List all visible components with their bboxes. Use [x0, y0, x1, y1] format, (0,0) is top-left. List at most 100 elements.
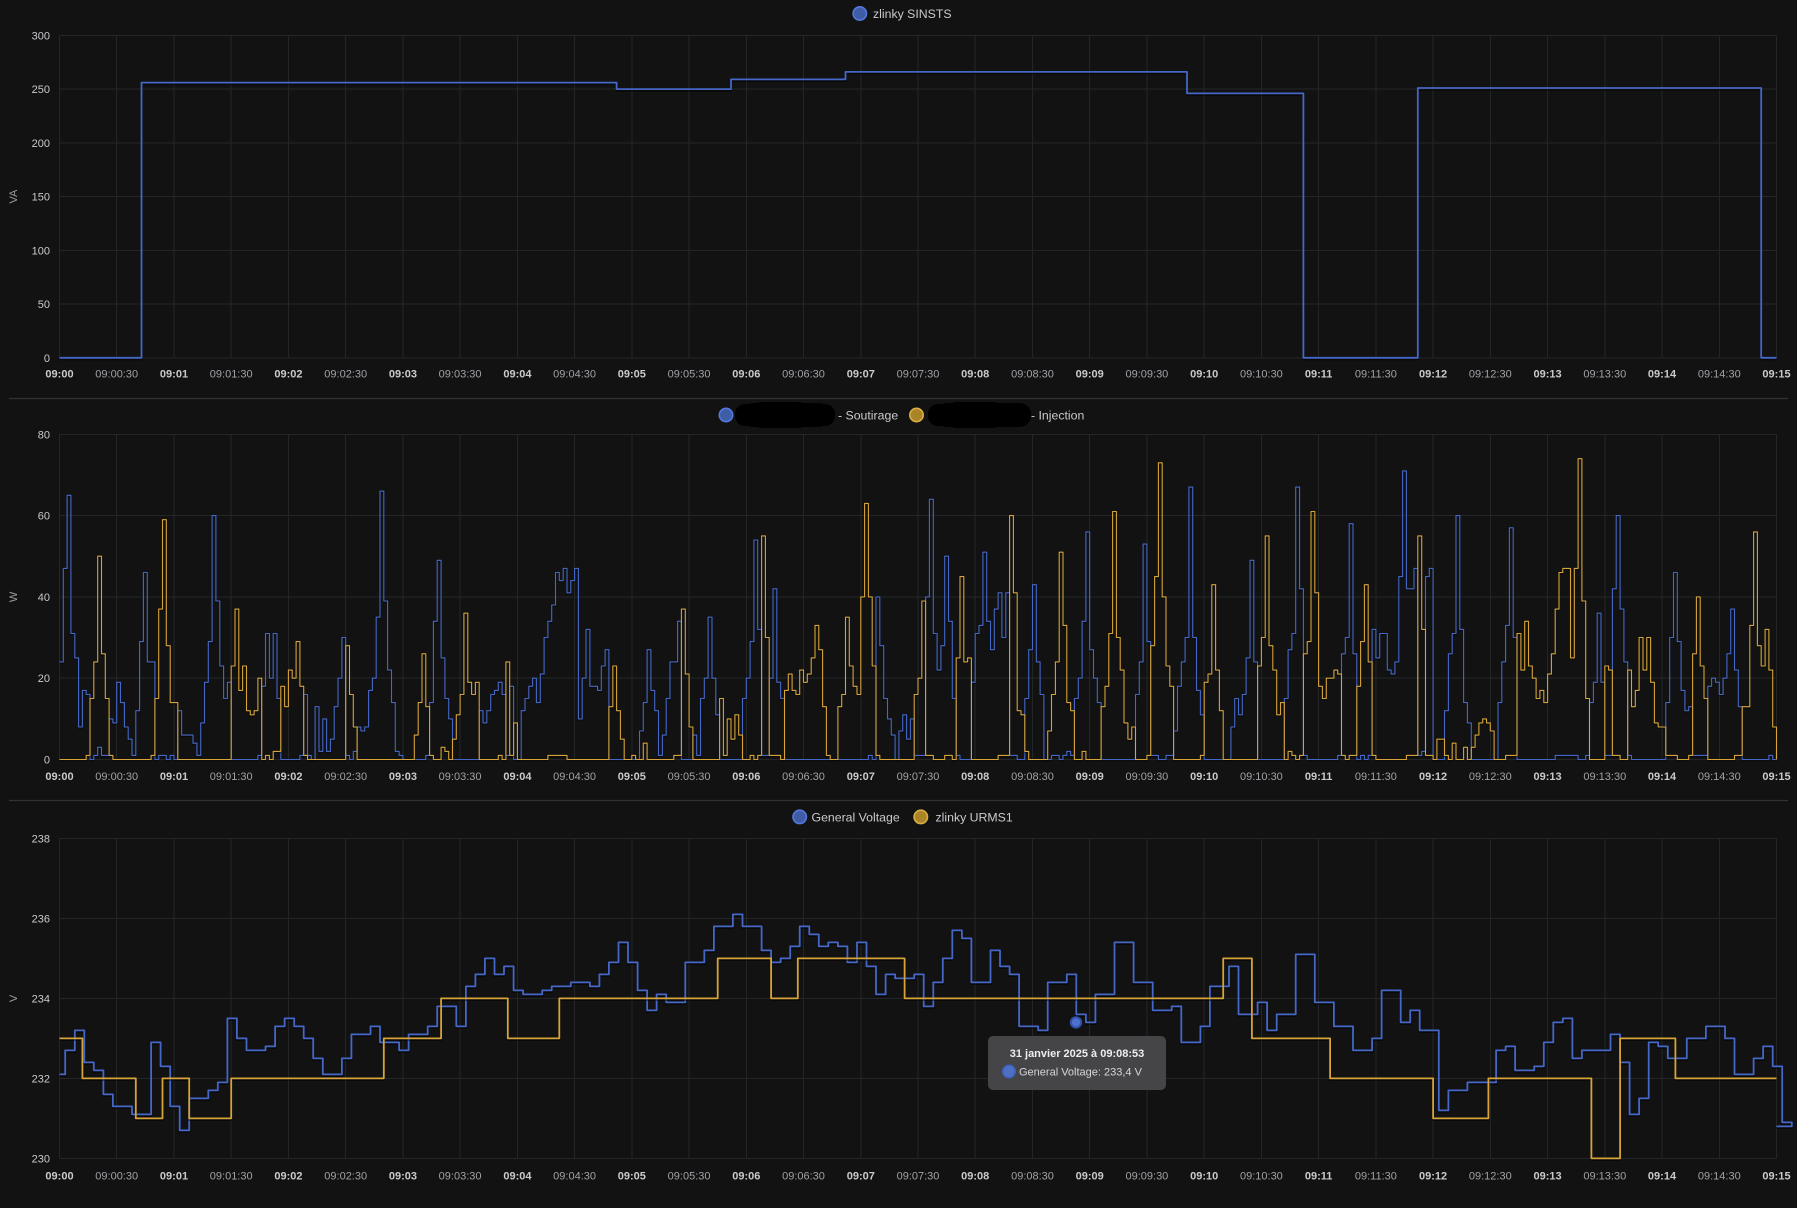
svg-text:09:00: 09:00 — [45, 771, 73, 783]
svg-text:09:12: 09:12 — [1419, 771, 1447, 783]
svg-text:250: 250 — [32, 84, 50, 96]
svg-text:09:14: 09:14 — [1648, 771, 1677, 783]
svg-text:09:02: 09:02 — [274, 771, 302, 783]
svg-text:09:00: 09:00 — [45, 369, 73, 381]
svg-text:09:01:30: 09:01:30 — [210, 369, 253, 381]
svg-text:09:07:30: 09:07:30 — [897, 771, 940, 783]
svg-text:09:01:30: 09:01:30 — [210, 771, 253, 783]
svg-text:09:08: 09:08 — [961, 1171, 989, 1183]
svg-text:09:02:30: 09:02:30 — [324, 771, 367, 783]
svg-text:09:01:30: 09:01:30 — [210, 1171, 253, 1183]
svg-text:09:09:30: 09:09:30 — [1125, 1171, 1168, 1183]
svg-text:09:10: 09:10 — [1190, 369, 1218, 381]
svg-text:09:08:30: 09:08:30 — [1011, 771, 1054, 783]
svg-text:09:13:30: 09:13:30 — [1583, 1171, 1626, 1183]
svg-text:09:15: 09:15 — [1762, 771, 1790, 783]
svg-text:238: 238 — [32, 833, 50, 845]
svg-text:31 janvier 2025 à 09:08:53: 31 janvier 2025 à 09:08:53 — [1010, 1048, 1145, 1060]
svg-text:V: V — [8, 994, 20, 1002]
svg-text:09:02:30: 09:02:30 — [324, 369, 367, 381]
svg-text:09:14:30: 09:14:30 — [1698, 369, 1741, 381]
svg-text:230: 230 — [32, 1153, 50, 1165]
svg-text:09:12: 09:12 — [1419, 369, 1447, 381]
svg-text:09:03: 09:03 — [389, 771, 417, 783]
svg-text:09:03:30: 09:03:30 — [439, 369, 482, 381]
svg-text:09:07: 09:07 — [847, 771, 875, 783]
svg-text:09:13: 09:13 — [1534, 771, 1562, 783]
svg-text:09:15: 09:15 — [1762, 369, 1790, 381]
svg-text:09:10: 09:10 — [1190, 1171, 1218, 1183]
svg-text:09:04:30: 09:04:30 — [553, 1171, 596, 1183]
svg-text:09:04: 09:04 — [503, 369, 532, 381]
svg-text:40: 40 — [38, 592, 50, 604]
svg-text:09:03: 09:03 — [389, 1171, 417, 1183]
svg-text:09:05: 09:05 — [618, 369, 646, 381]
svg-text:09:12:30: 09:12:30 — [1469, 1171, 1512, 1183]
svg-text:09:14:30: 09:14:30 — [1698, 771, 1741, 783]
svg-text:09:15: 09:15 — [1762, 1171, 1790, 1183]
svg-text:09:00:30: 09:00:30 — [95, 771, 138, 783]
svg-text:09:02:30: 09:02:30 — [324, 1171, 367, 1183]
svg-text:234: 234 — [32, 993, 50, 1005]
svg-text:150: 150 — [32, 192, 50, 204]
svg-text:09:00:30: 09:00:30 — [95, 369, 138, 381]
svg-text:80: 80 — [38, 429, 50, 441]
svg-text:09:03:30: 09:03:30 — [439, 1171, 482, 1183]
svg-text:232: 232 — [32, 1073, 50, 1085]
svg-text:09:03: 09:03 — [389, 369, 417, 381]
svg-text:zlinky SINSTS: zlinky SINSTS — [873, 7, 952, 21]
svg-text:09:07:30: 09:07:30 — [897, 1171, 940, 1183]
svg-text:20: 20 — [38, 673, 50, 685]
svg-text:236: 236 — [32, 913, 50, 925]
svg-text:09:04:30: 09:04:30 — [553, 369, 596, 381]
svg-text:09:14:30: 09:14:30 — [1698, 1171, 1741, 1183]
svg-text:50: 50 — [38, 299, 50, 311]
svg-text:VA: VA — [8, 189, 20, 204]
svg-text:09:11: 09:11 — [1305, 369, 1333, 381]
svg-text:09:05:30: 09:05:30 — [668, 369, 711, 381]
svg-text:09:08:30: 09:08:30 — [1011, 1171, 1054, 1183]
svg-text:zlinky URMS1: zlinky URMS1 — [936, 810, 1013, 824]
svg-text:09:05: 09:05 — [618, 771, 646, 783]
svg-text:09:01: 09:01 — [160, 771, 188, 783]
svg-text:09:04: 09:04 — [503, 771, 532, 783]
svg-text:09:00: 09:00 — [45, 1171, 73, 1183]
svg-text:09:06:30: 09:06:30 — [782, 369, 825, 381]
svg-text:09:07: 09:07 — [847, 1171, 875, 1183]
svg-text:09:14: 09:14 — [1648, 1171, 1677, 1183]
svg-text:09:08:30: 09:08:30 — [1011, 369, 1054, 381]
svg-text:60: 60 — [38, 511, 50, 523]
svg-text:09:03:30: 09:03:30 — [439, 771, 482, 783]
svg-text:09:14: 09:14 — [1648, 369, 1677, 381]
svg-text:09:05:30: 09:05:30 — [668, 771, 711, 783]
svg-text:09:12: 09:12 — [1419, 1171, 1447, 1183]
svg-text:W: W — [8, 591, 20, 602]
svg-text:09:06: 09:06 — [732, 369, 760, 381]
svg-text:09:04: 09:04 — [503, 1171, 532, 1183]
svg-text:09:11:30: 09:11:30 — [1355, 1171, 1397, 1183]
svg-text:09:02: 09:02 — [274, 1171, 302, 1183]
svg-text:09:09:30: 09:09:30 — [1125, 771, 1168, 783]
svg-text:09:10:30: 09:10:30 — [1240, 369, 1283, 381]
svg-text:09:02: 09:02 — [274, 369, 302, 381]
svg-text:09:11:30: 09:11:30 — [1355, 771, 1397, 783]
svg-text:General Voltage: 233,4 V: General Voltage: 233,4 V — [1019, 1067, 1143, 1079]
svg-text:09:12:30: 09:12:30 — [1469, 369, 1512, 381]
svg-text:09:00:30: 09:00:30 — [95, 1171, 138, 1183]
svg-text:09:09: 09:09 — [1076, 1171, 1104, 1183]
svg-text:09:11: 09:11 — [1305, 771, 1333, 783]
svg-text:09:10:30: 09:10:30 — [1240, 1171, 1283, 1183]
svg-text:09:11: 09:11 — [1305, 1171, 1333, 1183]
svg-text:09:06:30: 09:06:30 — [782, 1171, 825, 1183]
svg-text:09:05:30: 09:05:30 — [668, 1171, 711, 1183]
svg-text:09:09:30: 09:09:30 — [1125, 369, 1168, 381]
svg-text:- Soutirage: - Soutirage — [838, 409, 898, 423]
svg-text:09:13: 09:13 — [1534, 1171, 1562, 1183]
svg-text:200: 200 — [32, 138, 50, 150]
svg-text:09:08: 09:08 — [961, 369, 989, 381]
svg-text:09:01: 09:01 — [160, 369, 188, 381]
svg-text:09:06:30: 09:06:30 — [782, 771, 825, 783]
svg-text:09:05: 09:05 — [618, 1171, 646, 1183]
svg-text:09:07: 09:07 — [847, 369, 875, 381]
svg-text:09:09: 09:09 — [1076, 771, 1104, 783]
